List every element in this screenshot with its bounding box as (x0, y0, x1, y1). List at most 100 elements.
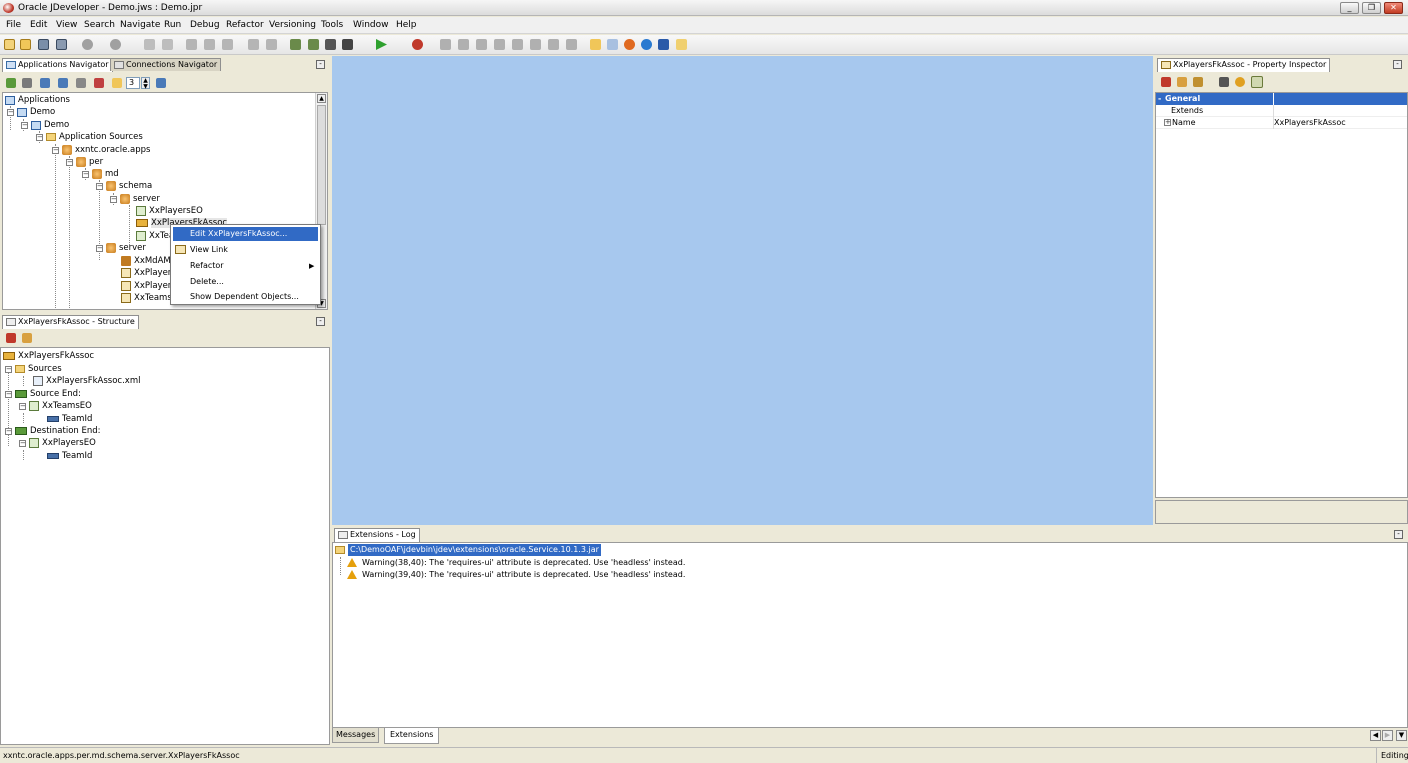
save-icon[interactable] (38, 39, 49, 50)
menu-refactor[interactable]: Refactor (226, 19, 264, 32)
garbage-collect-icon[interactable] (566, 39, 577, 50)
structure-node-dest-attr[interactable]: TeamId (47, 450, 92, 462)
help-icon[interactable] (1235, 77, 1245, 87)
tab-extensions-log[interactable]: Extensions - Log (334, 528, 420, 542)
menu-view[interactable]: View (56, 19, 77, 32)
structure-root[interactable]: XxPlayersFkAssoc (3, 350, 94, 362)
minimize-panel-button[interactable]: - (316, 317, 325, 326)
menu-debug[interactable]: Debug (190, 19, 220, 32)
browser-icon[interactable] (641, 39, 652, 50)
redo-icon[interactable] (162, 39, 173, 50)
resume-icon[interactable] (440, 39, 451, 50)
collapse-icon[interactable]: − (5, 365, 12, 373)
tab-property-inspector[interactable]: XxPlayersFkAssoc - Property Inspector (1157, 58, 1331, 72)
folder-icon[interactable] (112, 78, 122, 88)
close-button[interactable]: ✕ (1384, 2, 1403, 14)
menu-item-delete[interactable]: Delete... (173, 275, 318, 289)
find-icon[interactable] (1219, 77, 1229, 87)
deploy-icon[interactable] (325, 39, 336, 50)
debug-icon[interactable] (412, 39, 423, 50)
run-icon[interactable] (376, 39, 387, 50)
paste-icon[interactable] (222, 39, 233, 50)
forward-icon[interactable] (110, 39, 121, 50)
collapse-icon[interactable]: − (96, 244, 103, 252)
step-to-end-icon[interactable] (512, 39, 523, 50)
new-icon[interactable] (4, 39, 15, 50)
collapse-icon[interactable]: − (52, 146, 59, 154)
minimize-panel-button[interactable]: - (1393, 60, 1402, 69)
collapse-icon[interactable]: − (19, 439, 26, 447)
make-icon[interactable] (290, 39, 301, 50)
tab-list-button[interactable]: ▼ (1396, 730, 1407, 741)
step-over-icon[interactable] (458, 39, 469, 50)
menu-help[interactable]: Help (396, 19, 417, 32)
tab-messages[interactable]: Messages (332, 728, 380, 743)
open-folder-icon[interactable] (590, 39, 601, 50)
section-general[interactable]: - General (1156, 93, 1407, 105)
collapse-icon[interactable]: − (5, 390, 12, 398)
tree-node-xxplayerseo[interactable]: XxPlayersEO (136, 205, 203, 217)
collapse-icon[interactable]: − (36, 133, 43, 141)
tab-extensions[interactable]: Extensions (384, 728, 440, 744)
menu-run[interactable]: Run (164, 19, 181, 32)
expand-icon[interactable] (156, 78, 166, 88)
menu-item-view-link[interactable]: View Link (173, 243, 318, 257)
new-view-icon[interactable] (22, 333, 32, 343)
filter-icon[interactable] (22, 78, 32, 88)
scroll-tabs-right-button[interactable]: ▶ (1382, 730, 1393, 741)
collapse-icon[interactable]: − (7, 108, 14, 116)
menu-item-refactor[interactable]: Refactor (173, 259, 318, 273)
minimize-panel-button[interactable]: - (1394, 530, 1403, 539)
collapse-icon[interactable]: − (82, 170, 89, 178)
menu-versioning[interactable]: Versioning (269, 19, 316, 32)
menu-edit[interactable]: Edit (30, 19, 47, 32)
chart-icon[interactable] (94, 78, 104, 88)
stop-icon[interactable] (548, 39, 559, 50)
maximize-button[interactable]: ❐ (1362, 2, 1381, 14)
pin-icon[interactable] (6, 333, 16, 343)
structure-node-source-end[interactable]: − Source End: (5, 388, 81, 400)
editor-area[interactable] (332, 56, 1153, 525)
firefox-icon[interactable] (624, 39, 635, 50)
tab-connections-navigator[interactable]: Connections Navigator (110, 58, 222, 71)
log-warning-2[interactable]: Warning(39,40): The 'requires-ui' attrib… (362, 569, 685, 581)
tree-node-xxteams-vo[interactable]: XxTeamsE (121, 292, 177, 304)
replace-icon[interactable] (266, 39, 277, 50)
find-node-icon[interactable] (40, 78, 50, 88)
collapse-icon[interactable]: − (96, 182, 103, 190)
level-spinner-value[interactable]: 3 (126, 77, 140, 89)
structure-node-xml[interactable]: XxPlayersFkAssoc.xml (33, 375, 140, 387)
edit-icon[interactable] (1193, 77, 1203, 87)
tree-node-package-per[interactable]: − per (66, 156, 103, 168)
refresh-icon[interactable] (6, 78, 16, 88)
rebuild-icon[interactable] (308, 39, 319, 50)
menu-item-edit[interactable]: Edit XxPlayersFkAssoc... (173, 227, 318, 241)
minimize-button[interactable]: _ (1340, 2, 1359, 14)
tree-node-package-server[interactable]: − server (110, 193, 160, 205)
tree-node-xxmdam[interactable]: XxMdAM (121, 255, 171, 267)
menu-tools[interactable]: Tools (321, 19, 343, 32)
log-warning-1[interactable]: Warning(38,40): The 'requires-ui' attrib… (362, 557, 685, 569)
step-out-icon[interactable] (494, 39, 505, 50)
back-icon[interactable] (82, 39, 93, 50)
pause-icon[interactable] (530, 39, 541, 50)
tree-node-package-md[interactable]: − md (82, 168, 119, 180)
collapse-icon[interactable]: − (5, 427, 12, 435)
tree-node-package-xxntc[interactable]: − xxntc.oracle.apps (52, 144, 150, 156)
open-icon[interactable] (20, 39, 31, 50)
cut-icon[interactable] (186, 39, 197, 50)
sort-icon[interactable] (58, 78, 68, 88)
log-path[interactable]: C:\DemoOAF\jdevbin\jdev\extensions\oracl… (348, 544, 601, 556)
tree-node-package-server-2[interactable]: − server (96, 242, 146, 254)
collapse-icon[interactable]: − (19, 402, 26, 410)
property-row-extends[interactable]: Extends (1156, 105, 1407, 117)
structure-node-source-eo[interactable]: − XxTeamsEO (19, 400, 92, 412)
menu-search[interactable]: Search (84, 19, 115, 32)
copy-icon[interactable] (204, 39, 215, 50)
structure-node-dest-eo[interactable]: − XxPlayersEO (19, 437, 96, 449)
deploy-dropdown-icon[interactable] (342, 39, 353, 50)
tree-node-project[interactable]: − Demo (21, 119, 69, 131)
database-icon[interactable] (607, 39, 618, 50)
collapse-icon[interactable]: − (110, 195, 117, 203)
tree-node-application-sources[interactable]: − Application Sources (36, 131, 143, 143)
